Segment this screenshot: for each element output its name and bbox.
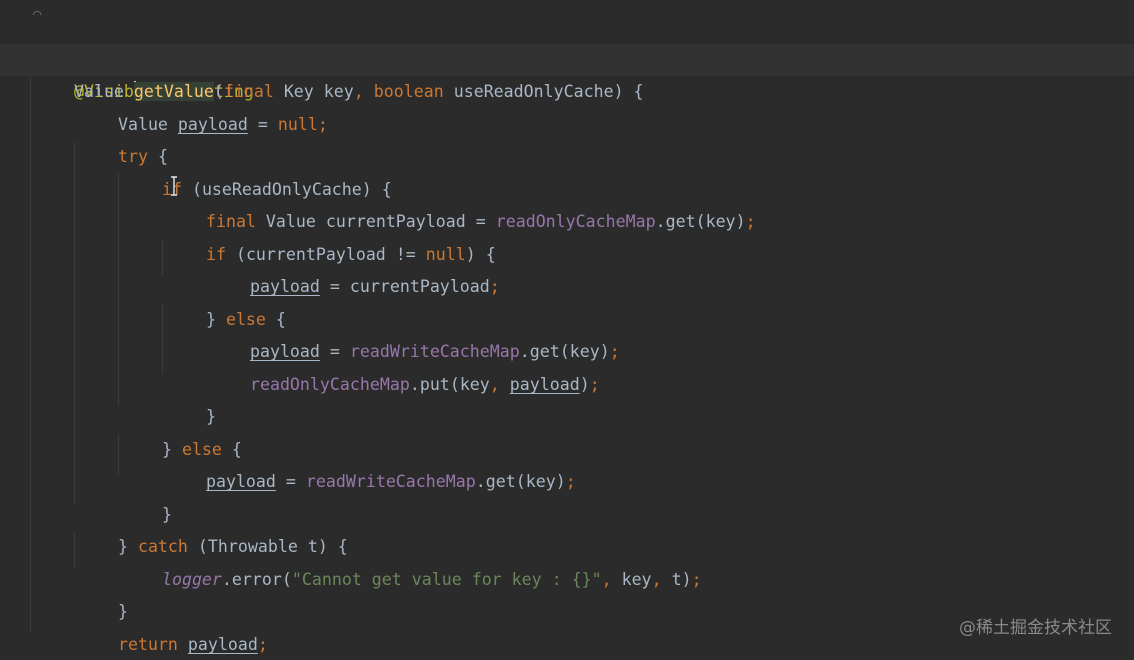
param-token: key [459, 375, 490, 394]
method-call-token: put [419, 375, 450, 394]
code-line[interactable]: } [0, 467, 172, 524]
field-token: readOnlyCacheMap [249, 375, 410, 394]
variable-token: currentPayload [349, 277, 490, 296]
keyword-token: return [117, 635, 178, 654]
ibeam-cursor-icon [171, 176, 177, 196]
param-token: key [621, 570, 652, 589]
variable-token: payload [177, 115, 248, 134]
code-line[interactable]: try { [0, 109, 168, 166]
fold-marker: ⌒ [33, 6, 42, 22]
code-line[interactable]: final Value currentPayload = readOnlyCac… [0, 174, 756, 231]
code-editor[interactable]: ⌒ @VisibleForTesting Value getValue(fina… [0, 0, 1134, 660]
code-line[interactable]: } [0, 629, 84, 660]
code-line[interactable]: ⌒ @VisibleForTesting [0, 6, 254, 101]
code-line[interactable]: } [0, 369, 216, 426]
code-line[interactable]: Value payload = null; [0, 77, 328, 134]
variable-token: payload [187, 635, 258, 654]
method-call-token: error [231, 570, 282, 589]
field-token: readWriteCacheMap [305, 472, 476, 491]
method-call-token: get [665, 212, 696, 231]
code-line[interactable]: payload = readWriteCacheMap.get(key); [0, 434, 576, 491]
keyword-token: boolean [373, 82, 444, 101]
code-line[interactable]: Value getValue(final Key key, boolean us… [0, 44, 644, 101]
code-line[interactable]: payload = readWriteCacheMap.get(key); [0, 304, 620, 361]
code-line[interactable]: payload = currentPayload; [0, 239, 500, 296]
field-token: logger [161, 570, 222, 589]
code-line[interactable]: readOnlyCacheMap.put(key, payload); [0, 337, 600, 394]
variable-token: payload [509, 375, 580, 394]
code-line[interactable]: } else { [0, 402, 242, 459]
code-line[interactable]: } else { [0, 272, 286, 329]
code-line[interactable]: if (currentPayload != null) { [0, 207, 496, 264]
code-line[interactable]: return payload; [0, 597, 268, 654]
param-token: key [323, 82, 354, 101]
code-line[interactable]: if (useReadOnlyCache) { [0, 142, 392, 199]
variable-token: t [671, 570, 682, 589]
param-token: useReadOnlyCache [453, 82, 614, 101]
code-line[interactable]: } catch (Throwable t) { [0, 499, 348, 556]
watermark: @稀土掘金技术社区 [959, 618, 1112, 638]
keyword-token: null [277, 115, 318, 134]
param-token: key [525, 472, 556, 491]
code-line[interactable]: logger.error("Cannot get value for key :… [0, 532, 702, 589]
code-line[interactable]: } [0, 564, 128, 621]
param-token: key [705, 212, 736, 231]
method-call-token: get [485, 472, 516, 491]
string-literal: "Cannot get value for key : {}" [291, 570, 602, 589]
field-token: readOnlyCacheMap [495, 212, 656, 231]
variable-token: payload [205, 472, 276, 491]
